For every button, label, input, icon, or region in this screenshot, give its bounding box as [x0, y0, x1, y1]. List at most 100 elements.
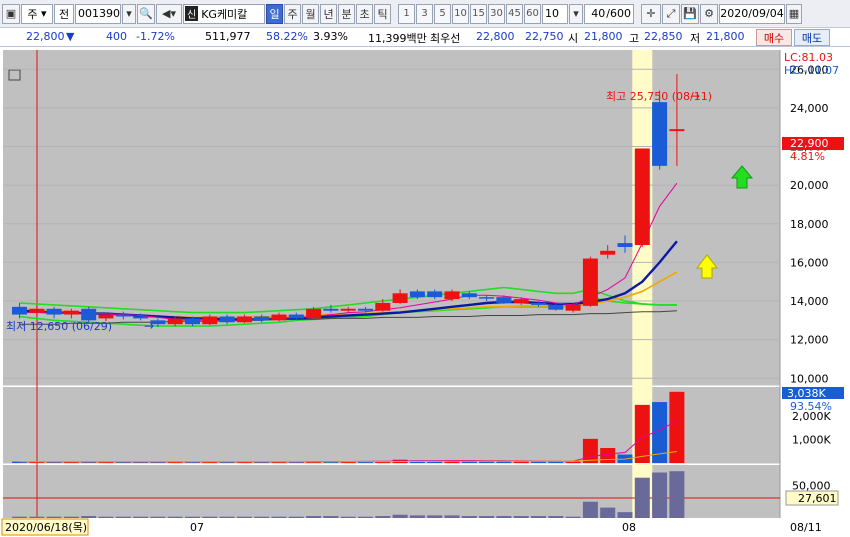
candle-body [323, 308, 339, 311]
candle-body [340, 308, 356, 311]
osc-bar [202, 516, 218, 518]
zoom-icon[interactable]: ⤢ [662, 3, 680, 24]
hc-label: HC:-11.07 [784, 64, 839, 77]
period-tab[interactable]: 월 [302, 3, 319, 24]
calendar-icon[interactable]: ▦ [786, 3, 802, 24]
open-label: 시 [568, 32, 579, 45]
search-icon[interactable]: 🔍 [137, 3, 155, 24]
osc-bar [496, 516, 512, 518]
interval-tab[interactable]: 3 [416, 3, 433, 24]
candle-body [115, 314, 131, 317]
high-annotation-arrow: → [690, 89, 700, 103]
buy-button[interactable]: 매수 [756, 29, 792, 46]
osc-bar [444, 515, 460, 518]
candle-body [358, 308, 373, 311]
candle-body [409, 291, 425, 298]
interval-tab[interactable]: 15 [470, 3, 487, 24]
candle-body [565, 304, 581, 311]
interval-tab[interactable]: 45 [506, 3, 523, 24]
stock-chart[interactable]: 1,000K2,000K3,000K 50,000 26,00024,00022… [0, 48, 850, 537]
quote-bar: 22,800 ▼ 400 -1.72% 511,977 58.22% 3.93%… [0, 28, 850, 47]
period-tab[interactable]: 일 [266, 3, 283, 24]
layout-icon[interactable]: ▣ [2, 3, 20, 24]
osc-bar [531, 516, 546, 518]
price-axis-label: 14,000 [790, 295, 829, 308]
gear-icon[interactable]: ⚙ [700, 3, 718, 24]
candle-body [288, 314, 304, 319]
volume-axis-label: 1,000K [792, 434, 831, 447]
osc-bar [582, 501, 598, 518]
osc-bar [634, 477, 650, 518]
sell-button[interactable]: 매도 [794, 29, 830, 46]
candle-body [652, 102, 668, 166]
osc-bar [565, 516, 581, 518]
price-axis-label: 24,000 [790, 102, 829, 115]
date-input[interactable]: 2020/09/04 [719, 3, 785, 24]
code-dropdown-icon[interactable]: ▾ [122, 3, 136, 24]
stock-code-input[interactable]: 001390 [75, 3, 121, 24]
osc-bar [375, 516, 391, 518]
interval-tab[interactable]: 1 [398, 3, 415, 24]
osc-bar [98, 516, 114, 518]
volume-bar [582, 438, 598, 463]
osc-bar [617, 512, 633, 518]
toolbar: ▣ 주 ▾ 전 001390 ▾ 🔍 ◀▾ 신 KG케미칼 일주월년분초틱 13… [0, 0, 850, 28]
interval-dropdown-icon[interactable]: ▾ [569, 3, 583, 24]
volume-bar [634, 404, 650, 463]
trade-amount: 11,399백만 [368, 32, 427, 45]
candle-body [600, 250, 616, 255]
osc-bar [185, 516, 200, 518]
speaker-icon[interactable]: ◀▾ [156, 3, 182, 24]
crosshair-icon[interactable]: ✛ [641, 3, 661, 24]
high-label: 고 [629, 32, 640, 45]
open-price: 21,800 [584, 30, 623, 43]
count-input[interactable]: 40/600 [584, 3, 634, 24]
osc-bar [427, 515, 443, 518]
candle-body [375, 302, 391, 311]
current-pct-tag: 4.81% [790, 150, 825, 163]
osc-bar [254, 516, 270, 518]
save-icon[interactable]: 💾 [681, 3, 699, 24]
period-tab[interactable]: 주 [284, 3, 301, 24]
interval-tab[interactable]: 5 [434, 3, 451, 24]
interval-tab[interactable]: 10 [452, 3, 469, 24]
stock-name: KG케미칼 [201, 7, 248, 21]
osc-bar [12, 516, 27, 518]
candle-body [236, 316, 252, 323]
candle-body [167, 318, 183, 325]
stock-name-field[interactable]: 신 KG케미칼 [183, 3, 265, 24]
period-tab[interactable]: 분 [338, 3, 355, 24]
interval-tab[interactable]: 60 [524, 3, 541, 24]
type-combo[interactable]: 주 ▾ [21, 3, 53, 24]
candle-body [185, 318, 200, 325]
low-annotation: 최저 12,650 (06/29) [6, 320, 112, 333]
volume-value: 511,977 [205, 30, 251, 43]
osc-bar [409, 515, 425, 518]
candle-body [306, 308, 322, 319]
osc-bar [479, 516, 495, 518]
turnover-rate: 3.93% [313, 30, 348, 43]
compare-combo[interactable]: 전 [54, 3, 74, 24]
candle-body [582, 258, 598, 306]
period-tab[interactable]: 틱 [374, 3, 391, 24]
period-tab[interactable]: 년 [320, 3, 337, 24]
current-price-tag-text: 22,900 [790, 137, 829, 150]
osc-bar [271, 516, 287, 518]
interval-tab[interactable]: 30 [488, 3, 505, 24]
candle-body [46, 308, 62, 315]
osc-bar [150, 516, 166, 518]
osc-bar [548, 516, 564, 518]
price-axis-label: 12,000 [790, 334, 829, 347]
osc-bar [600, 507, 616, 518]
interval-input[interactable]: 10 [542, 3, 568, 24]
osc-bar [81, 516, 97, 518]
candle-body [531, 302, 546, 305]
candle-body [81, 308, 97, 321]
change-amount: 400 [106, 30, 127, 43]
osc-bar [167, 516, 183, 518]
osc-bar [236, 516, 252, 518]
price-axis-label: 18,000 [790, 218, 829, 231]
candle-body [444, 291, 460, 300]
period-tab[interactable]: 초 [356, 3, 373, 24]
month-label-07: 07 [190, 521, 204, 534]
